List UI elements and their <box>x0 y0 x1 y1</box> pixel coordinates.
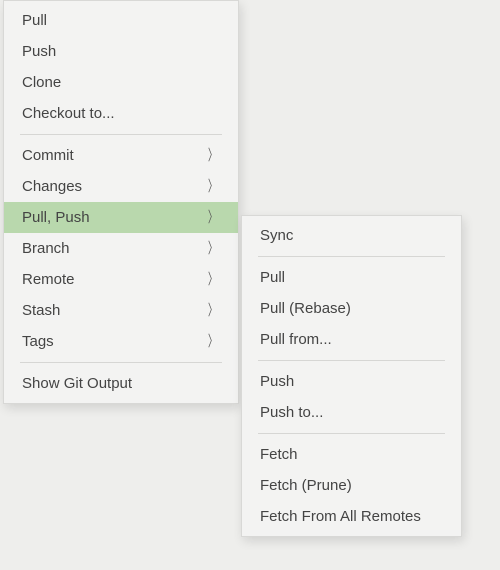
menu-item-label: Show Git Output <box>22 375 132 392</box>
menu-item-label: Pull <box>22 12 47 29</box>
menu-item-commit[interactable]: Commit 〉 <box>4 140 238 171</box>
submenu-item-sub-push[interactable]: Push <box>242 366 461 397</box>
menu-separator <box>20 362 222 363</box>
submenu-item-pull-rebase[interactable]: Pull (Rebase) <box>242 293 461 324</box>
menu-item-show-git-output[interactable]: Show Git Output <box>4 368 238 399</box>
menu-separator <box>258 360 445 361</box>
menu-item-stash[interactable]: Stash 〉 <box>4 295 238 326</box>
menu-item-label: Pull, Push <box>22 209 90 226</box>
menu-item-label: Tags <box>22 333 54 350</box>
menu-item-pull[interactable]: Pull <box>4 5 238 36</box>
menu-item-label: Checkout to... <box>22 105 115 122</box>
menu-item-remote[interactable]: Remote 〉 <box>4 264 238 295</box>
menu-item-label: Push to... <box>260 404 323 421</box>
menu-item-label: Pull <box>260 269 285 286</box>
menu-separator <box>20 134 222 135</box>
menu-item-pull-push[interactable]: Pull, Push 〉 <box>4 202 238 233</box>
chevron-right-icon: 〉 <box>208 148 217 163</box>
menu-item-label: Push <box>22 43 56 60</box>
submenu-item-fetch-all[interactable]: Fetch From All Remotes <box>242 501 461 532</box>
chevron-right-icon: 〉 <box>208 334 217 349</box>
menu-item-branch[interactable]: Branch 〉 <box>4 233 238 264</box>
menu-item-label: Push <box>260 373 294 390</box>
submenu-item-fetch[interactable]: Fetch <box>242 439 461 470</box>
menu-item-changes[interactable]: Changes 〉 <box>4 171 238 202</box>
submenu-item-pull-from[interactable]: Pull from... <box>242 324 461 355</box>
submenu-item-push-to[interactable]: Push to... <box>242 397 461 428</box>
menu-separator <box>258 256 445 257</box>
menu-item-label: Fetch (Prune) <box>260 477 352 494</box>
chevron-right-icon: 〉 <box>208 179 217 194</box>
menu-item-label: Pull from... <box>260 331 332 348</box>
menu-item-label: Branch <box>22 240 70 257</box>
chevron-right-icon: 〉 <box>208 272 217 287</box>
menu-item-tags[interactable]: Tags 〉 <box>4 326 238 357</box>
chevron-right-icon: 〉 <box>208 241 217 256</box>
menu-item-label: Stash <box>22 302 60 319</box>
chevron-right-icon: 〉 <box>208 210 217 225</box>
submenu-item-sub-pull[interactable]: Pull <box>242 262 461 293</box>
menu-item-label: Commit <box>22 147 74 164</box>
chevron-right-icon: 〉 <box>208 303 217 318</box>
menu-item-label: Changes <box>22 178 82 195</box>
menu-item-clone[interactable]: Clone <box>4 67 238 98</box>
menu-item-label: Clone <box>22 74 61 91</box>
menu-item-label: Fetch From All Remotes <box>260 508 421 525</box>
submenu-item-fetch-prune[interactable]: Fetch (Prune) <box>242 470 461 501</box>
menu-item-label: Remote <box>22 271 75 288</box>
git-context-menu: PullPushCloneCheckout to...Commit〉Change… <box>3 0 239 404</box>
menu-item-label: Sync <box>260 227 293 244</box>
menu-separator <box>258 433 445 434</box>
menu-item-label: Fetch <box>260 446 298 463</box>
menu-item-checkout-to[interactable]: Checkout to... <box>4 98 238 129</box>
submenu-item-sync[interactable]: Sync <box>242 220 461 251</box>
menu-item-label: Pull (Rebase) <box>260 300 351 317</box>
pull-push-submenu: Sync Pull Pull (Rebase) Pull from... Push Pus… <box>241 215 462 537</box>
menu-item-push[interactable]: Push <box>4 36 238 67</box>
